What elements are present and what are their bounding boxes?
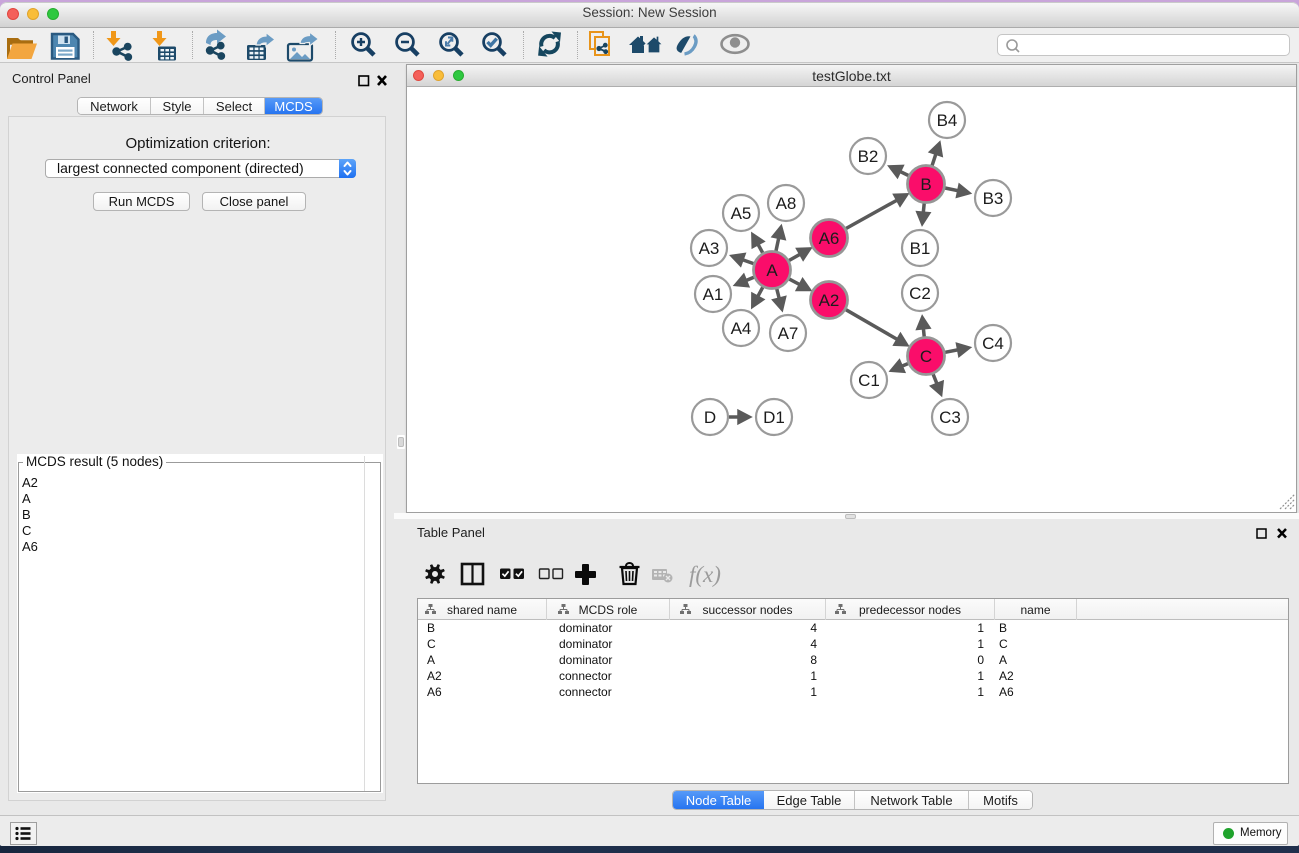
svg-text:A3: A3 (699, 239, 720, 258)
svg-text:A5: A5 (731, 204, 752, 223)
svg-text:A: A (766, 261, 778, 280)
svg-text:A1: A1 (703, 285, 724, 304)
svg-text:D1: D1 (763, 408, 785, 427)
svg-text:C: C (920, 347, 932, 366)
svg-text:f(x): f(x) (689, 562, 721, 587)
svg-text:B4: B4 (937, 111, 958, 130)
svg-text:D: D (704, 408, 716, 427)
svg-text:A4: A4 (731, 319, 752, 338)
svg-text:C4: C4 (982, 334, 1004, 353)
svg-text:C2: C2 (909, 284, 931, 303)
svg-text:B2: B2 (858, 147, 879, 166)
svg-text:B: B (920, 175, 931, 194)
svg-text:C1: C1 (858, 371, 880, 390)
svg-text:B1: B1 (910, 239, 931, 258)
svg-text:A2: A2 (819, 291, 840, 310)
svg-text:A7: A7 (778, 324, 799, 343)
svg-text:A8: A8 (776, 194, 797, 213)
svg-text:C3: C3 (939, 408, 961, 427)
svg-text:B3: B3 (983, 189, 1004, 208)
svg-text:A6: A6 (819, 229, 840, 248)
